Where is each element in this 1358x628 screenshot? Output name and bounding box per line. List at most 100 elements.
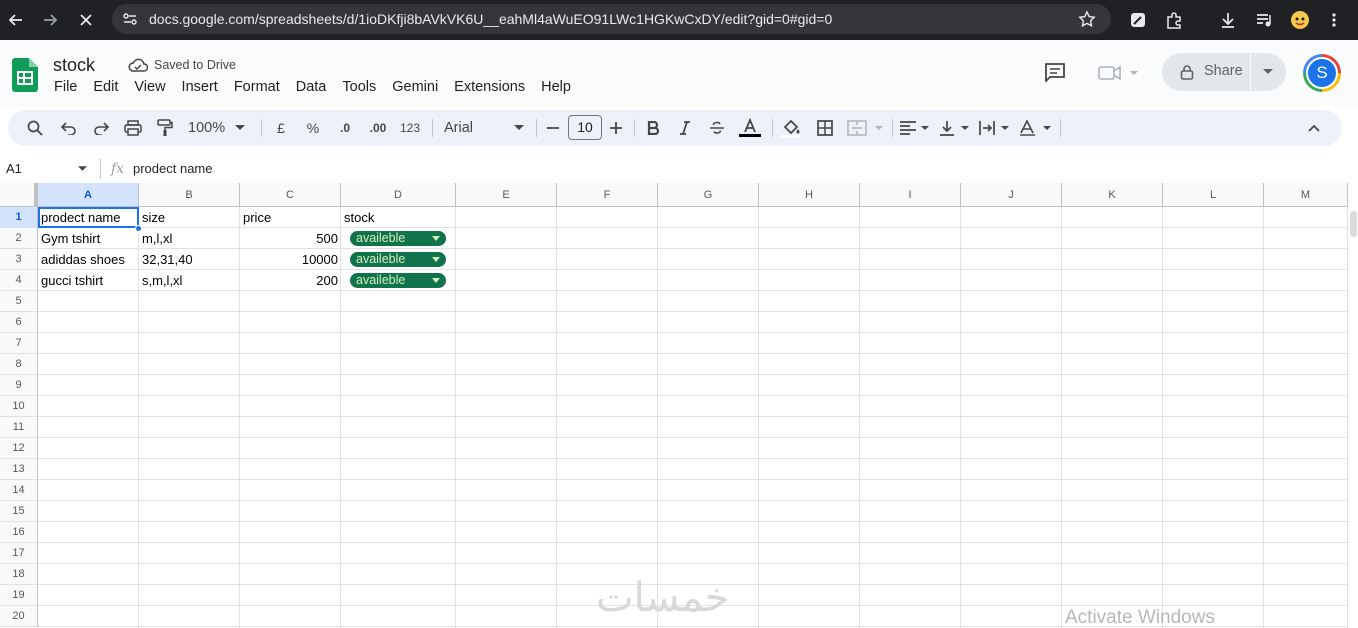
column-header[interactable]: B [139,183,240,207]
row-header[interactable]: 7 [0,333,38,354]
menu-insert[interactable]: Insert [182,79,218,95]
comments-icon[interactable] [1044,62,1066,82]
profile-icon[interactable] [1288,8,1312,32]
row-header[interactable]: 2 [0,228,38,249]
fill-handle[interactable] [135,225,142,232]
name-box-dropdown-icon[interactable] [78,166,87,172]
cell-b1[interactable]: size [139,207,240,228]
column-header[interactable]: H [759,183,860,207]
cell-c4[interactable]: 200 [240,270,341,291]
sheets-logo-icon[interactable] [12,58,38,92]
scrollbar-thumb[interactable] [1350,211,1357,237]
column-header[interactable]: G [658,183,759,207]
cloud-saved-icon[interactable] [128,58,148,72]
text-rotation-icon[interactable] [1018,116,1054,140]
cell-a2[interactable]: Gym tshirt [38,228,139,249]
menu-tools[interactable]: Tools [342,79,376,95]
menu-file[interactable]: File [54,79,77,95]
column-header[interactable]: K [1062,183,1163,207]
bold-icon[interactable] [644,116,662,140]
row-header[interactable]: 3 [0,249,38,270]
share-dropdown-icon[interactable] [1263,69,1273,75]
stock-dropdown-chip[interactable]: availeble [350,252,446,267]
merge-cells-icon[interactable] [846,116,886,140]
cell-c3[interactable]: 10000 [240,249,341,270]
column-header[interactable]: D [341,183,456,207]
more-formats-button[interactable]: 123 [398,116,422,140]
menu-edit[interactable]: Edit [93,79,118,95]
select-all-corner[interactable] [0,183,38,207]
cell-b4[interactable]: s,m,l,xl [139,270,240,291]
row-header[interactable]: 8 [0,354,38,375]
row-header[interactable]: 17 [0,543,38,564]
decrease-decimal-button[interactable]: .0 [334,116,356,140]
strikethrough-icon[interactable] [708,116,726,140]
percent-format-button[interactable]: % [304,116,322,140]
row-header[interactable]: 11 [0,417,38,438]
download-icon[interactable] [1216,8,1240,32]
url-text[interactable]: docs.google.com/spreadsheets/d/1ioDKfji8… [149,11,832,27]
row-header[interactable]: 5 [0,291,38,312]
menu-view[interactable]: View [134,79,165,95]
stock-dropdown-chip[interactable]: availeble [350,273,446,288]
row-header[interactable]: 20 [0,606,38,627]
borders-icon[interactable] [814,116,836,140]
address-bar[interactable]: docs.google.com/spreadsheets/d/1ioDKfji8… [112,4,1111,34]
cell-b2[interactable]: m,l,xl [139,228,240,249]
extension-edit-icon[interactable] [1126,8,1150,32]
row-header[interactable]: 4 [0,270,38,291]
row-header[interactable]: 15 [0,501,38,522]
cell-b3[interactable]: 32,31,40 [139,249,240,270]
increase-font-size-icon[interactable] [607,116,625,140]
currency-format-button[interactable]: £ [272,116,290,140]
share-button[interactable]: Share [1162,53,1286,91]
column-header[interactable]: L [1163,183,1264,207]
document-title[interactable]: stock [53,55,95,76]
cell-c2[interactable]: 500 [240,228,341,249]
cell-a4[interactable]: gucci tshirt [38,270,139,291]
column-header[interactable]: M [1264,183,1348,207]
row-header[interactable]: 18 [0,564,38,585]
menu-format[interactable]: Format [234,79,280,95]
meet-video-icon[interactable] [1098,65,1140,81]
cell-c1[interactable]: price [240,207,341,228]
menu-data[interactable]: Data [296,79,327,95]
browser-menu-icon[interactable] [1322,8,1346,32]
fill-color-icon[interactable] [780,116,802,140]
italic-icon[interactable] [676,116,694,140]
formula-input[interactable]: prodect name [133,161,213,176]
forward-icon[interactable] [38,8,62,32]
column-header[interactable]: C [240,183,341,207]
cell-d1[interactable]: stock [341,207,456,228]
row-header[interactable]: 12 [0,438,38,459]
account-avatar[interactable]: S [1303,54,1341,92]
column-header[interactable]: A [38,183,139,207]
cell-a3[interactable]: adiddas shoes [38,249,139,270]
row-header[interactable]: 9 [0,375,38,396]
print-icon[interactable] [122,116,144,140]
media-queue-icon[interactable] [1252,8,1276,32]
menu-help[interactable]: Help [541,79,571,95]
row-header[interactable]: 1 [0,207,38,228]
stop-loading-icon[interactable] [74,8,98,32]
row-header[interactable]: 6 [0,312,38,333]
horizontal-align-icon[interactable] [898,116,932,140]
search-menus-icon[interactable] [24,116,46,140]
increase-decimal-button[interactable]: .00 [366,116,390,140]
paint-format-icon[interactable] [154,116,176,140]
back-icon[interactable] [4,8,28,32]
font-family-select[interactable]: Arial [444,116,524,140]
row-header[interactable]: 10 [0,396,38,417]
collapse-toolbar-icon[interactable] [1304,116,1324,140]
menu-extensions[interactable]: Extensions [454,79,525,95]
column-header[interactable]: J [961,183,1062,207]
row-header[interactable]: 19 [0,585,38,606]
font-size-input[interactable]: 10 [568,115,602,140]
column-header[interactable]: I [860,183,961,207]
zoom-select[interactable]: 100% [188,116,252,140]
row-header[interactable]: 13 [0,459,38,480]
column-header[interactable]: E [456,183,557,207]
stock-dropdown-chip[interactable]: availeble [350,231,446,246]
bookmark-star-icon[interactable] [1078,10,1096,28]
site-settings-icon[interactable] [122,11,138,27]
